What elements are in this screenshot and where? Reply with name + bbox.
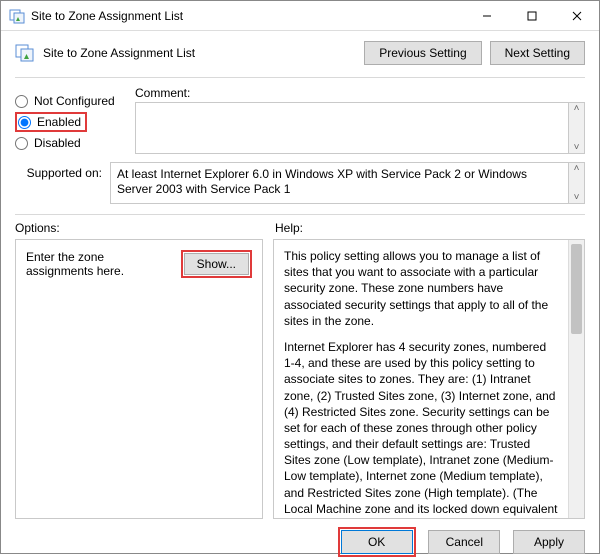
window-title: Site to Zone Assignment List <box>31 9 464 23</box>
comment-label: Comment: <box>135 86 190 100</box>
radio-disabled[interactable]: Disabled <box>15 136 135 150</box>
next-setting-button[interactable]: Next Setting <box>490 41 585 65</box>
cancel-button[interactable]: Cancel <box>428 530 500 554</box>
footer: OK Cancel Apply <box>1 519 599 557</box>
radio-enabled[interactable]: Enabled <box>18 115 81 129</box>
highlight-enabled: Enabled <box>15 112 87 132</box>
minimize-button[interactable] <box>464 1 509 30</box>
help-text: This policy setting allows you to manage… <box>274 240 568 518</box>
apply-button[interactable]: Apply <box>513 530 585 554</box>
supported-label: Supported on: <box>15 162 110 180</box>
maximize-button[interactable] <box>509 1 554 30</box>
app-icon <box>9 8 25 24</box>
policy-title: Site to Zone Assignment List <box>43 46 364 60</box>
help-panel: This policy setting allows you to manage… <box>273 239 585 519</box>
policy-icon <box>15 43 35 63</box>
options-heading: Options: <box>15 221 265 235</box>
close-button[interactable] <box>554 1 599 30</box>
help-paragraph: This policy setting allows you to manage… <box>284 248 558 329</box>
help-heading: Help: <box>265 221 585 235</box>
radio-disabled-label: Disabled <box>34 136 81 150</box>
radio-enabled-label: Enabled <box>37 115 81 129</box>
supported-scrollbar[interactable]: ˄˅ <box>569 162 585 204</box>
divider <box>15 214 585 215</box>
comment-scrollbar[interactable]: ˄˅ <box>569 102 585 154</box>
titlebar: Site to Zone Assignment List <box>1 1 599 31</box>
supported-value: At least Internet Explorer 6.0 in Window… <box>110 162 569 204</box>
help-scrollbar[interactable] <box>568 240 584 518</box>
highlight-show: Show... <box>181 250 252 278</box>
show-button[interactable]: Show... <box>184 253 249 275</box>
options-panel: Enter the zone assignments here. Show... <box>15 239 263 519</box>
comment-textarea[interactable] <box>135 102 569 154</box>
radio-not-configured-label: Not Configured <box>34 94 115 108</box>
previous-setting-button[interactable]: Previous Setting <box>364 41 481 65</box>
divider <box>15 77 585 78</box>
ok-button[interactable]: OK <box>341 530 413 554</box>
state-radio-group: Not Configured Enabled Disabled <box>15 86 135 154</box>
radio-not-configured[interactable]: Not Configured <box>15 94 135 108</box>
options-enter-label: Enter the zone assignments here. <box>26 250 175 278</box>
help-paragraph: Internet Explorer has 4 security zones, … <box>284 339 558 518</box>
highlight-ok: OK <box>338 527 416 557</box>
header: Site to Zone Assignment List Previous Se… <box>1 31 599 65</box>
